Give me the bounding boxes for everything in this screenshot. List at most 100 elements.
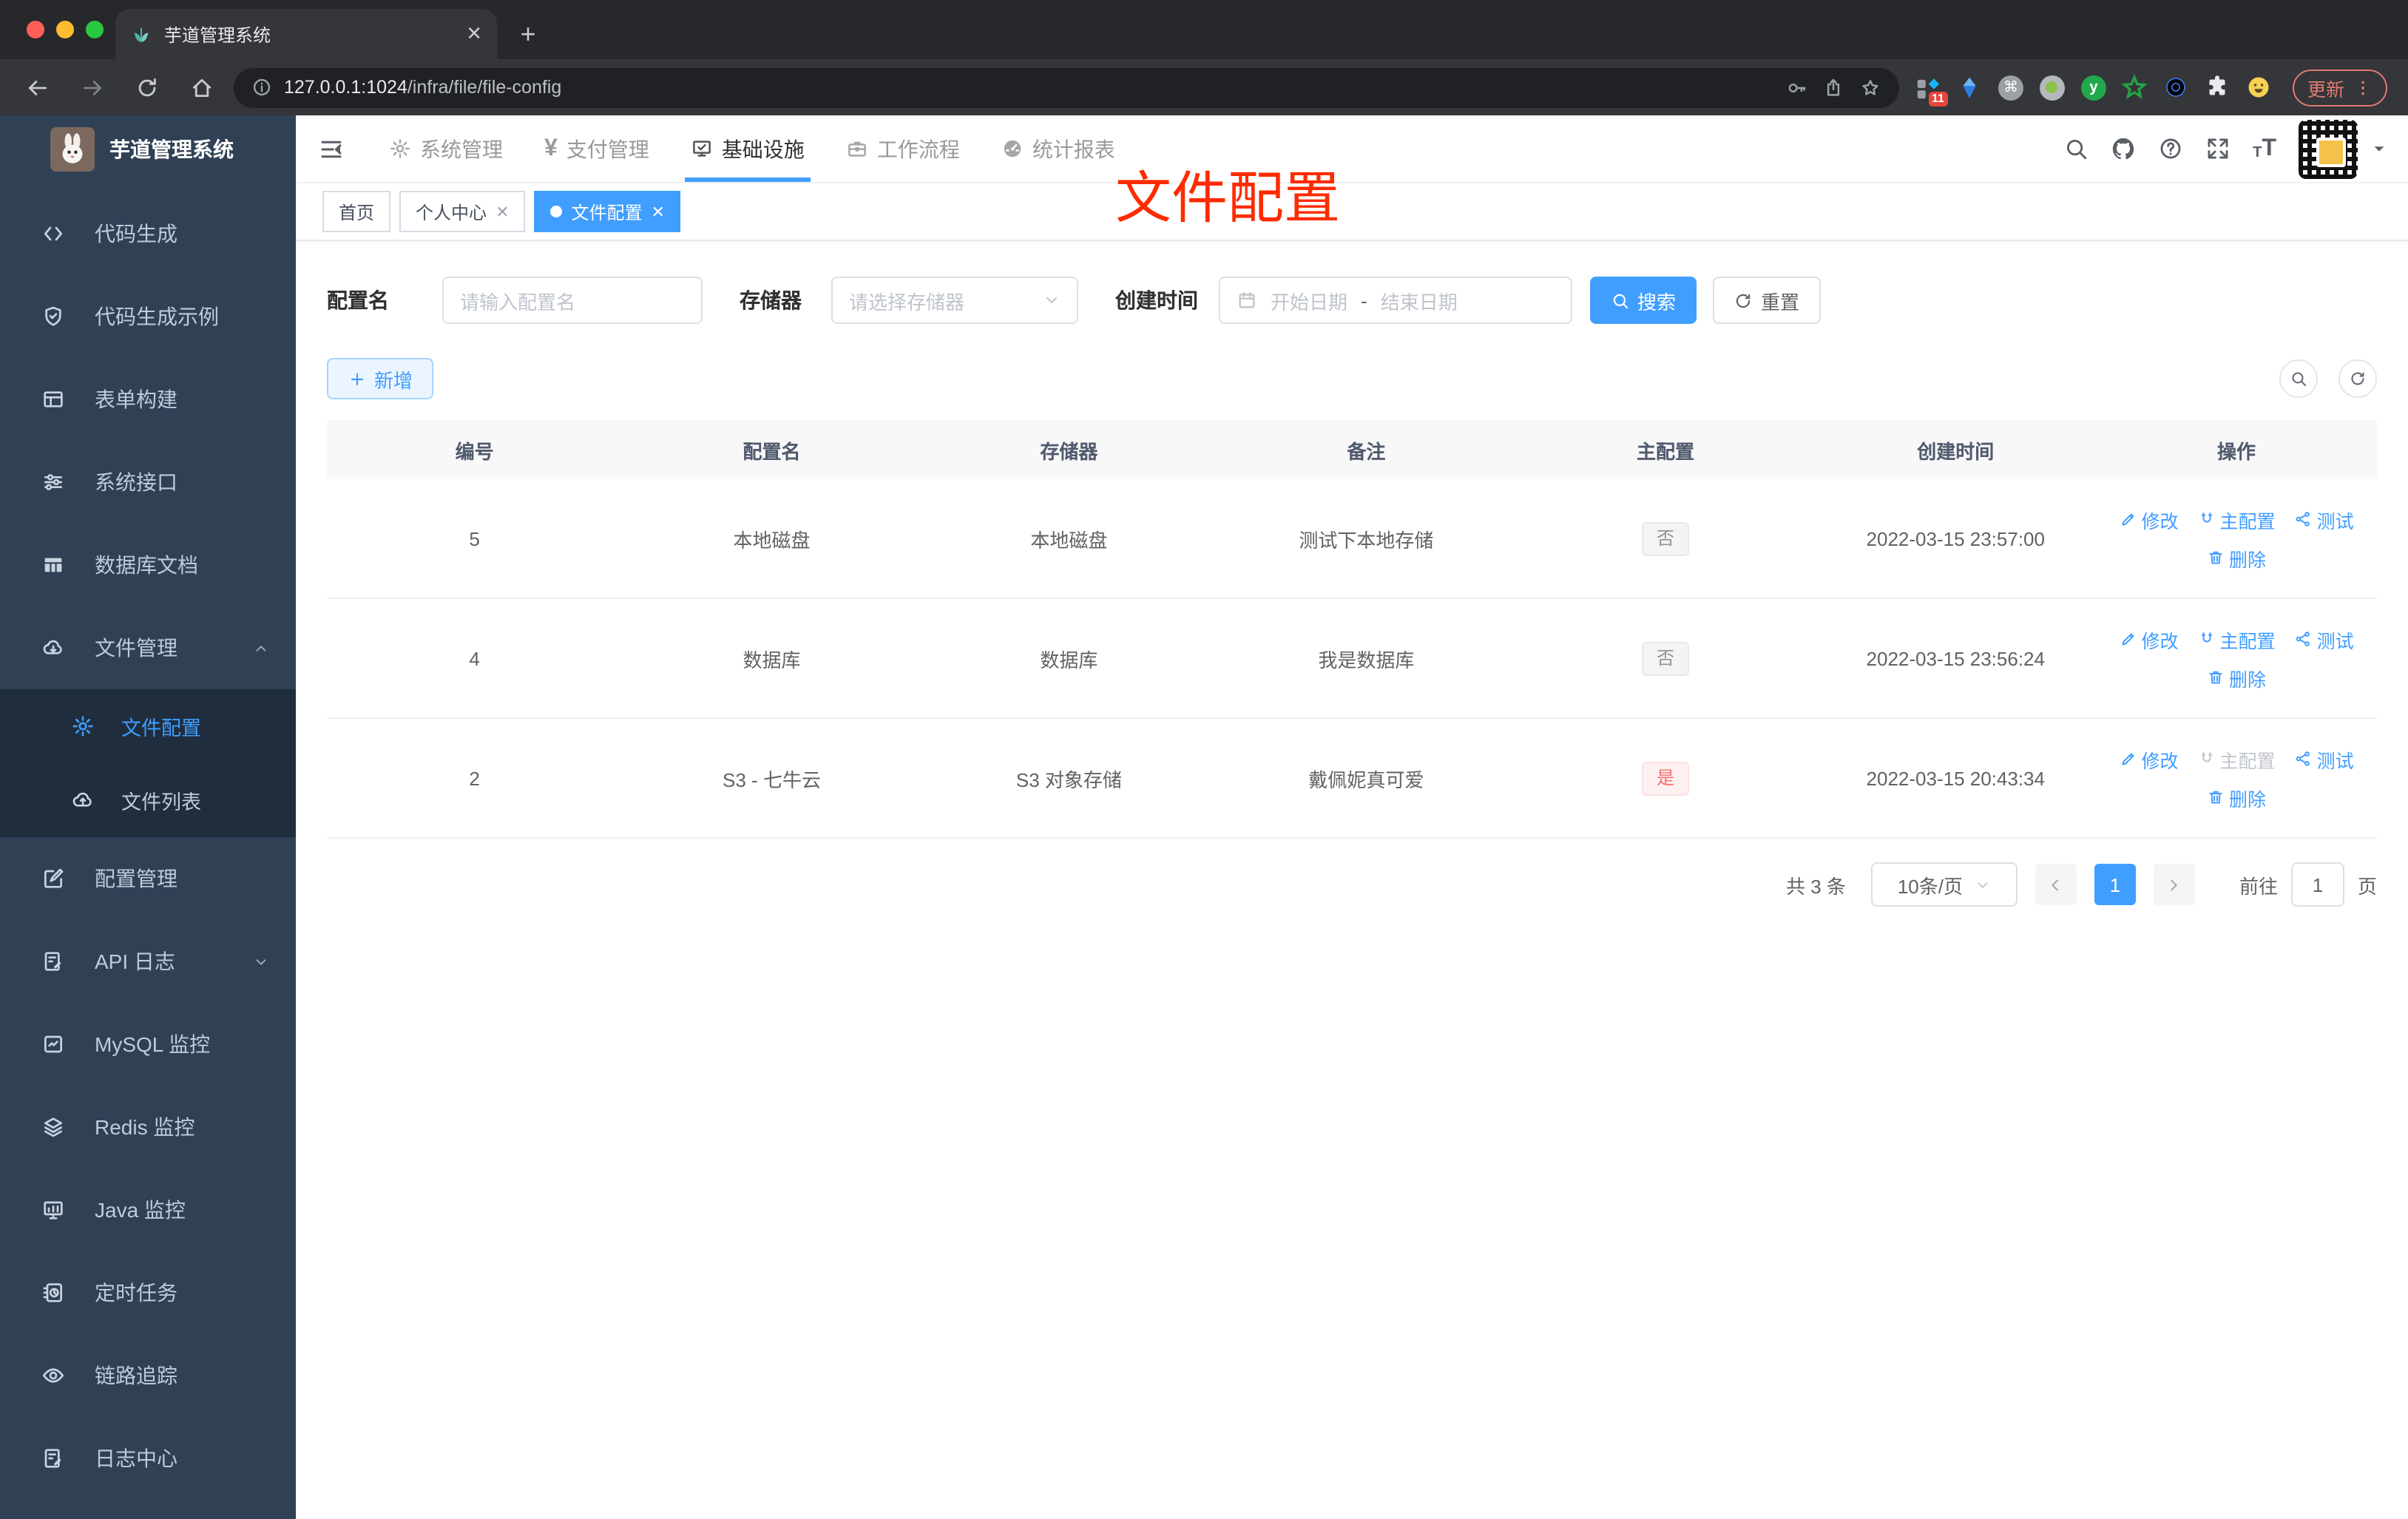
next-page-button[interactable] — [2153, 864, 2195, 905]
delete-action[interactable]: 删除 — [2207, 544, 2266, 572]
sidebar-item-MySQL 监控[interactable]: MySQL 监控 — [0, 1003, 296, 1086]
date-range-input[interactable]: 开始日期 - 结束日期 — [1219, 277, 1572, 324]
column-header-操作: 操作 — [2096, 420, 2377, 479]
sidebar-collapse-icon[interactable] — [318, 135, 345, 162]
bookmark-star-icon[interactable] — [1859, 76, 1881, 98]
new-tab-button[interactable]: + — [509, 15, 547, 53]
window-close-button[interactable] — [27, 21, 44, 38]
extension-puzzle-icon[interactable] — [2204, 73, 2232, 101]
extension-blocks-icon[interactable]: 11 — [1914, 73, 1948, 106]
extension-target-icon[interactable] — [2162, 73, 2191, 101]
share-icon[interactable] — [1822, 76, 1844, 98]
window-zoom-button[interactable] — [86, 21, 104, 38]
master-action[interactable]: 主配置 — [2198, 625, 2276, 653]
delete-action[interactable]: 删除 — [2207, 663, 2266, 691]
sidebar-submenu: 文件配置 文件列表 — [0, 689, 296, 837]
refresh-table-button[interactable] — [2338, 359, 2377, 398]
nav-item-label: 基础设施 — [721, 137, 805, 160]
extension-star-icon[interactable] — [2121, 73, 2149, 101]
extension-gem-icon[interactable] — [1955, 73, 1983, 101]
edit-action[interactable]: 修改 — [2120, 505, 2179, 533]
page-number-button[interactable]: 1 — [2094, 864, 2136, 905]
monitor-icon — [41, 1198, 65, 1222]
search-button[interactable]: 搜索 — [1590, 277, 1697, 324]
reset-button[interactable]: 重置 — [1713, 277, 1821, 324]
prev-page-button[interactable] — [2035, 864, 2077, 905]
delete-action[interactable]: 删除 — [2207, 783, 2266, 811]
sidebar-item-数据库文档[interactable]: 数据库文档 — [0, 524, 296, 606]
forward-icon[interactable] — [80, 75, 105, 100]
nav-item-统计报表[interactable]: 统计报表 — [981, 115, 1136, 182]
sidebar-item-代码生成[interactable]: 代码生成 — [0, 192, 296, 275]
test-action[interactable]: 测试 — [2295, 745, 2354, 773]
github-icon[interactable] — [2111, 136, 2136, 161]
master-action[interactable]: 主配置 — [2198, 745, 2276, 773]
fullscreen-icon[interactable] — [2205, 136, 2231, 161]
date-end-placeholder: 结束日期 — [1380, 291, 1458, 313]
password-key-icon[interactable] — [1785, 76, 1807, 98]
user-avatar[interactable] — [2299, 119, 2358, 178]
nav-item-工作流程[interactable]: 工作流程 — [825, 115, 981, 182]
sidebar-item-代码生成示例[interactable]: 代码生成示例 — [0, 275, 296, 358]
sidebar-item-label: 数据库文档 — [95, 553, 198, 577]
url-bar[interactable]: 127.0.0.1:1024/infra/file/file-config — [234, 67, 1899, 107]
tag-首页[interactable]: 首页 — [322, 191, 391, 232]
master-action[interactable]: 主配置 — [2198, 505, 2276, 533]
help-icon[interactable] — [2158, 136, 2183, 161]
header-search-icon[interactable] — [2063, 136, 2089, 161]
tag-个人中心[interactable]: 个人中心 ✕ — [399, 191, 526, 232]
app-logo[interactable]: 芋道管理系统 — [0, 115, 296, 183]
extension-y-icon[interactable]: y — [2080, 73, 2108, 101]
config-name-input[interactable]: 请输入配置名 — [442, 277, 703, 324]
sidebar-item-文件列表[interactable]: 文件列表 — [0, 763, 296, 837]
window-minimize-button[interactable] — [56, 21, 74, 38]
extension-dot-icon[interactable] — [2038, 73, 2066, 101]
toggle-search-button[interactable] — [2279, 359, 2318, 398]
add-button[interactable]: 新增 — [327, 358, 433, 399]
sidebar-menu: 代码生成 代码生成示例 表单构建 系统接口数据库文档文件管理 文件配置 文件列表 配置管理 A… — [0, 183, 296, 1500]
extension-command-icon[interactable]: ⌘ — [1997, 73, 2025, 101]
storage-select[interactable]: 请选择存储器 — [831, 277, 1078, 324]
url-host: 127.0.0.1:1024 — [284, 77, 407, 98]
sidebar-item-Redis 监控[interactable]: Redis 监控 — [0, 1086, 296, 1168]
cell-actions: 修改 主配置 测试删除 — [2096, 479, 2377, 599]
sidebar-item-链路追踪[interactable]: 链路追踪 — [0, 1334, 296, 1417]
tab-close-icon[interactable]: ✕ — [466, 22, 482, 46]
nav-item-基础设施[interactable]: 基础设施 — [670, 115, 825, 182]
sidebar-item-配置管理[interactable]: 配置管理 — [0, 837, 296, 920]
sidebar-item-Java 监控[interactable]: Java 监控 — [0, 1168, 296, 1251]
avatar-caret-icon[interactable] — [2371, 141, 2387, 157]
home-icon[interactable] — [189, 75, 214, 100]
page-size-select[interactable]: 10条/页 — [1870, 862, 2018, 907]
reload-icon[interactable] — [135, 75, 160, 100]
main-area: 系统管理 ¥ 支付管理 基础设施 工作流程 统计报表 TT 首页 个人中心 ✕ 文件配置 ✕ 配置… — [296, 115, 2408, 1519]
extension-emoji-icon[interactable] — [2245, 73, 2273, 101]
sidebar-item-文件管理[interactable]: 文件管理 — [0, 606, 296, 689]
sidebar-item-表单构建[interactable]: 表单构建 — [0, 358, 296, 441]
sidebar-item-label: 日志中心 — [95, 1447, 177, 1470]
sidebar-item-日志中心[interactable]: 日志中心 — [0, 1417, 296, 1500]
sidebar-item-文件配置[interactable]: 文件配置 — [0, 689, 296, 763]
site-info-icon[interactable] — [251, 77, 272, 98]
browser-update-button[interactable]: 更新 — [2292, 69, 2387, 106]
browser-menu-dots-icon[interactable] — [2353, 78, 2373, 97]
goto-page-input[interactable]: 1 — [2290, 862, 2344, 907]
sidebar-item-API 日志[interactable]: API 日志 — [0, 920, 296, 1003]
font-size-icon[interactable]: TT — [2253, 136, 2276, 160]
edit-action[interactable]: 修改 — [2120, 625, 2179, 653]
sidebar-item-系统接口[interactable]: 系统接口 — [0, 441, 296, 524]
test-action[interactable]: 测试 — [2295, 625, 2354, 653]
close-icon[interactable]: ✕ — [652, 202, 665, 221]
back-icon[interactable] — [25, 75, 50, 100]
close-icon[interactable]: ✕ — [496, 202, 509, 221]
nav-item-系统管理[interactable]: 系统管理 — [368, 115, 524, 182]
edit-action[interactable]: 修改 — [2120, 745, 2179, 773]
tag-文件配置[interactable]: 文件配置 ✕ — [534, 191, 681, 232]
browser-tab[interactable]: 芋道管理系统 ✕ — [115, 9, 497, 59]
nav-item-支付管理[interactable]: ¥ 支付管理 — [524, 115, 670, 182]
sidebar-item-label: Java 监控 — [95, 1198, 186, 1222]
master-tag: 是 — [1642, 761, 1690, 795]
gauge-icon — [1001, 138, 1024, 160]
sidebar-item-定时任务[interactable]: 定时任务 — [0, 1251, 296, 1334]
test-action[interactable]: 测试 — [2295, 505, 2354, 533]
